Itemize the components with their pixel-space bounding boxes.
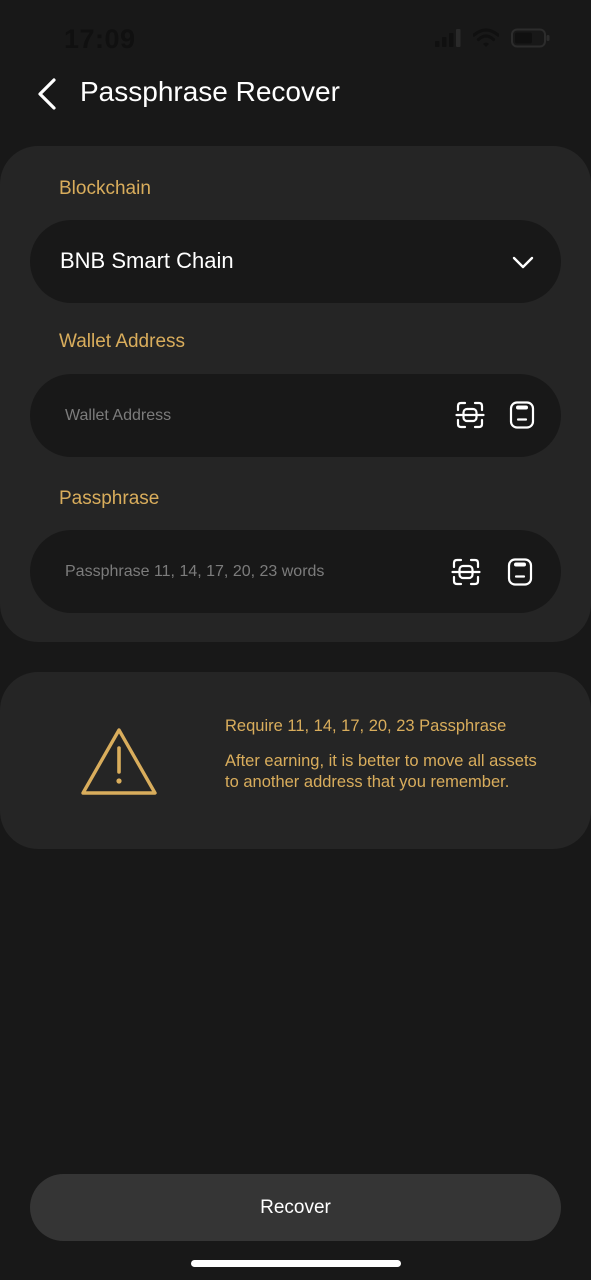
- wifi-icon: [473, 28, 499, 48]
- blockchain-select[interactable]: BNB Smart Chain: [30, 220, 561, 303]
- notice-title: Require 11, 14, 17, 20, 23 Passphrase: [225, 717, 507, 735]
- recover-button[interactable]: Recover: [30, 1174, 561, 1241]
- page-title: Passphrase Recover: [80, 76, 340, 107]
- paste-passphrase-button[interactable]: [505, 557, 535, 587]
- wallet-address-label: Wallet Address: [59, 331, 186, 352]
- passphrase-field: [30, 530, 561, 613]
- cellular-signal-icon: [435, 29, 461, 47]
- status-icons: [435, 28, 551, 48]
- wallet-address-input[interactable]: [65, 374, 435, 457]
- passphrase-input[interactable]: [65, 530, 435, 613]
- home-indicator: [191, 1260, 401, 1267]
- battery-icon: [511, 28, 551, 48]
- warning-triangle-icon: [81, 728, 157, 795]
- clipboard-icon: [509, 401, 535, 429]
- back-button[interactable]: [30, 74, 66, 114]
- status-time: 17:09: [64, 24, 136, 54]
- clipboard-icon: [507, 558, 533, 586]
- chevron-down-icon: [512, 256, 534, 269]
- notice-card: Require 11, 14, 17, 20, 23 Passphrase Af…: [0, 672, 591, 849]
- wallet-address-field: [30, 374, 561, 457]
- blockchain-label: Blockchain: [59, 178, 151, 199]
- scan-wallet-address-button[interactable]: [455, 400, 485, 430]
- blockchain-selected-value: BNB Smart Chain: [60, 248, 234, 273]
- paste-wallet-address-button[interactable]: [507, 400, 537, 430]
- passphrase-label: Passphrase: [59, 488, 160, 509]
- scan-icon: [455, 401, 485, 429]
- header: Passphrase Recover: [0, 64, 591, 124]
- recover-form-card: Blockchain BNB Smart Chain Wallet Addres…: [0, 146, 591, 642]
- notice-body: After earning, it is better to move all …: [225, 752, 537, 791]
- scan-passphrase-button[interactable]: [451, 557, 481, 587]
- chevron-left-icon: [38, 78, 56, 110]
- scan-icon: [451, 558, 481, 586]
